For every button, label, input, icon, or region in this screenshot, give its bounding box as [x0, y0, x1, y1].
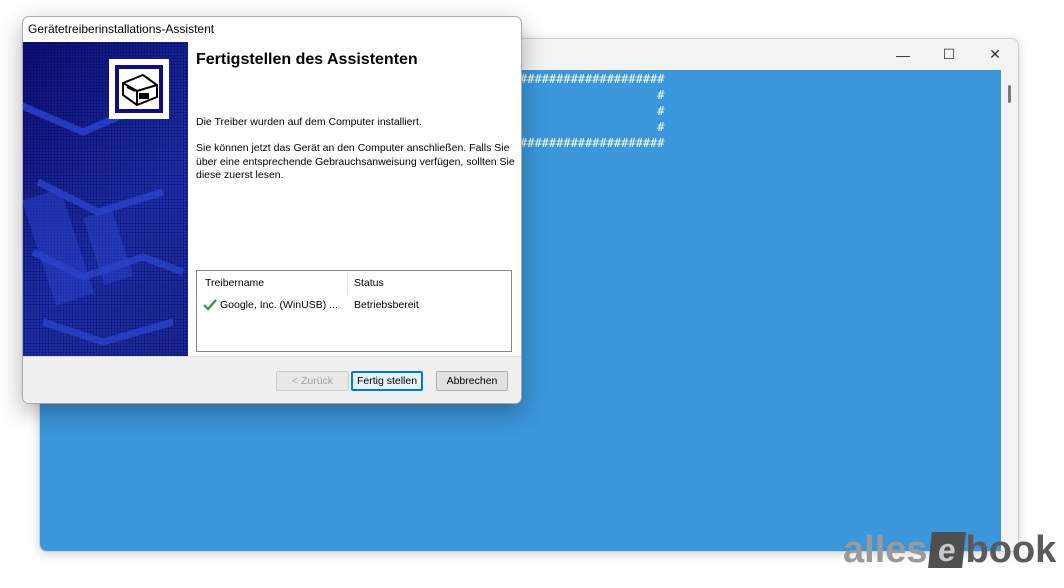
column-header-status[interactable]: Status: [354, 271, 504, 296]
hardware-device-icon: [109, 59, 169, 119]
minimize-button[interactable]: —: [880, 39, 926, 70]
connect-device-message: Sie können jetzt das Gerät an den Comput…: [196, 142, 515, 181]
finish-button[interactable]: Fertig stellen: [351, 371, 423, 391]
console-text: #################### # # # #############…: [520, 72, 665, 150]
column-divider[interactable]: [347, 272, 348, 295]
driver-name-cell: Google, Inc. (WinUSB) ...: [203, 296, 345, 314]
driver-list[interactable]: Treibername Status Google, Inc. (WinUSB)…: [196, 270, 512, 352]
back-button[interactable]: < Zurück: [276, 371, 349, 391]
usb-device-icon: [115, 65, 163, 113]
driver-status: Betriebsbereit: [354, 299, 419, 311]
column-header-driver-name[interactable]: Treibername: [205, 271, 345, 296]
close-button[interactable]: ✕: [972, 39, 1018, 70]
logo-e-mark: e: [927, 532, 966, 568]
dialog-footer: < Zurück Fertig stellen Abbrechen: [23, 356, 521, 403]
logo-text-alles: alles: [843, 528, 928, 571]
dialog-title: Gerätetreiberinstallations-Assistent: [28, 22, 215, 36]
wizard-heading: Fertigstellen des Assistenten: [196, 51, 418, 68]
alles-ebook-logo: alles e book: [843, 528, 1056, 572]
driver-list-header: Treibername Status: [197, 271, 511, 296]
driver-name: Google, Inc. (WinUSB) ...: [220, 299, 338, 311]
console-scrollbar[interactable]: [1001, 70, 1018, 551]
cancel-button[interactable]: Abbrechen: [436, 371, 508, 391]
maximize-button[interactable]: ☐: [926, 39, 972, 70]
wizard-side-banner: [23, 42, 188, 356]
checkmark-icon: [203, 299, 217, 311]
logo-text-book: book: [965, 528, 1057, 571]
driver-installation-wizard-dialog: Gerätetreiberinstallations-Assistent Fer…: [22, 16, 522, 404]
scrollbar-thumb[interactable]: [1008, 85, 1011, 103]
installed-message: Die Treiber wurden auf dem Computer inst…: [196, 116, 422, 128]
driver-list-row[interactable]: Google, Inc. (WinUSB) ... Betriebsbereit: [197, 296, 511, 314]
